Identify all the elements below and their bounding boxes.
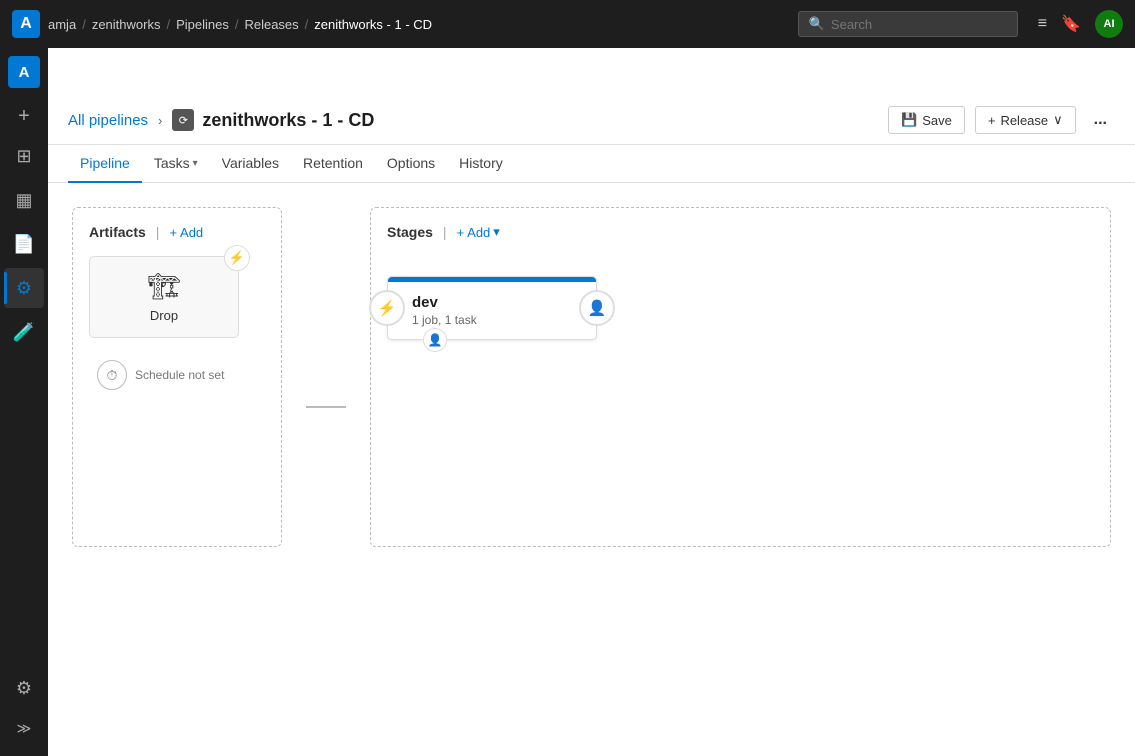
stages-add-button[interactable]: + Add ▾ [457,224,500,240]
schedule-text: Schedule not set [135,368,224,382]
tab-pipeline[interactable]: Pipeline [68,145,142,183]
board-icon: ▦ [15,190,32,211]
stages-add-icon: + [457,225,465,240]
breadcrumb-zenithworks[interactable]: zenithworks [92,17,161,32]
artifact-trigger-icon: ⚡ [224,245,250,271]
settings-icon: ⚙ [16,678,32,699]
stage-name: dev [412,294,580,311]
pipeline-canvas: Artifacts | + Add ⚡ 🏗 Drop ⏱ Schedule no… [48,183,1135,756]
tab-retention[interactable]: Retention [291,145,375,183]
sidebar-chevron[interactable]: ≫ [8,712,40,744]
add-icon: + [169,225,177,240]
repos-icon: 📄 [13,234,35,255]
breadcrumb-pipelines[interactable]: Pipelines [176,17,229,32]
artifacts-add-button[interactable]: + Add [169,225,203,240]
breadcrumb: amja / zenithworks / Pipelines / Release… [48,17,432,32]
page-header-right: 💾 Save + Release ∨ ... [888,106,1115,134]
breadcrumb-releases[interactable]: Releases [244,17,298,32]
sidebar-bottom: ⚙ ≫ [4,668,44,744]
stages-title: Stages [387,224,433,240]
tab-options[interactable]: Options [375,145,447,183]
topbar: A amja / zenithworks / Pipelines / Relea… [0,0,1135,48]
topbar-logo: A [12,10,40,38]
search-bar: 🔍 [798,11,1018,37]
sidebar-item-flask[interactable]: 🧪 [4,312,44,352]
breadcrumb-chevron: › [158,113,162,128]
more-options-button[interactable]: ... [1086,106,1115,134]
page-header-left: All pipelines › ⟳ zenithworks - 1 - CD [68,109,374,131]
release-button[interactable]: + Release ∨ [975,106,1076,134]
stage-approver-left-icon[interactable]: 👤 [423,328,447,352]
search-input[interactable] [831,17,991,32]
tab-tasks[interactable]: Tasks ▾ [142,145,210,183]
artifacts-header: Artifacts | + Add [89,224,265,240]
sidebar-item-overview[interactable]: ⊞ [4,136,44,176]
connector-line [306,406,346,408]
schedule-area[interactable]: ⏱ Schedule not set [89,354,265,396]
topbar-icons: ≡ 🔖 AI [1038,10,1123,38]
tab-variables[interactable]: Variables [210,145,291,183]
main-content: All pipelines › ⟳ zenithworks - 1 - CD 💾… [48,96,1135,756]
artifact-card-drop[interactable]: ⚡ 🏗 Drop [89,256,239,338]
page-header: All pipelines › ⟳ zenithworks - 1 - CD 💾… [48,96,1135,145]
tasks-chevron-icon: ▾ [193,158,198,169]
sidebar-item-pipelines[interactable]: ⚙ [4,268,44,308]
overview-icon: ⊞ [16,146,31,167]
stages-header: Stages | + Add ▾ [387,224,1094,240]
tab-history[interactable]: History [447,145,515,183]
sidebar-add-button[interactable]: + [8,100,40,132]
breadcrumb-amja[interactable]: amja [48,17,76,32]
sidebar-logo: A [8,56,40,88]
sidebar-item-board[interactable]: ▦ [4,180,44,220]
pipeline-container: Artifacts | + Add ⚡ 🏗 Drop ⏱ Schedule no… [72,207,1111,547]
artifact-name: Drop [150,308,178,323]
pipeline-icon: ⟳ [172,109,194,131]
stage-card-wrapper: ⚡ dev 1 job, 1 task 👤 👤 [387,276,597,340]
save-button[interactable]: 💾 Save [888,106,965,134]
save-icon: 💾 [901,112,917,128]
stage-trigger-icon[interactable]: ⚡ [369,290,405,326]
stage-card-dev[interactable]: dev 1 job, 1 task [387,276,597,340]
sidebar: A + ⊞ ▦ 📄 ⚙ 🧪 ⚙ ≫ [0,48,48,756]
breadcrumb-current: zenithworks - 1 - CD [314,17,432,32]
stages-add-chevron: ▾ [493,224,500,240]
all-pipelines-link[interactable]: All pipelines [68,112,148,129]
page-title: zenithworks - 1 - CD [202,110,374,131]
stage-subtitle: 1 job, 1 task [412,313,580,327]
artifact-drop-icon: 🏗 [147,271,180,302]
artifacts-box: Artifacts | + Add ⚡ 🏗 Drop ⏱ Schedule no… [72,207,282,547]
pipelines-icon: ⚙ [16,278,32,299]
list-icon[interactable]: ≡ [1038,15,1047,33]
avatar[interactable]: AI [1095,10,1123,38]
search-icon: 🔍 [809,16,825,32]
release-chevron-icon: ∨ [1053,112,1063,128]
schedule-icon: ⏱ [97,360,127,390]
artifacts-title: Artifacts [89,224,146,240]
sidebar-item-repos[interactable]: 📄 [4,224,44,264]
stage-card-body: dev 1 job, 1 task [388,282,596,339]
flask-icon: 🧪 [13,322,35,343]
tabs: Pipeline Tasks ▾ Variables Retention Opt… [48,145,1135,183]
plus-icon: + [988,113,996,128]
sidebar-settings[interactable]: ⚙ [4,668,44,708]
stage-approver-right-icon[interactable]: 👤 [579,290,615,326]
bookmark-icon[interactable]: 🔖 [1061,14,1081,34]
stages-box: Stages | + Add ▾ ⚡ dev 1 job, 1 task [370,207,1111,547]
